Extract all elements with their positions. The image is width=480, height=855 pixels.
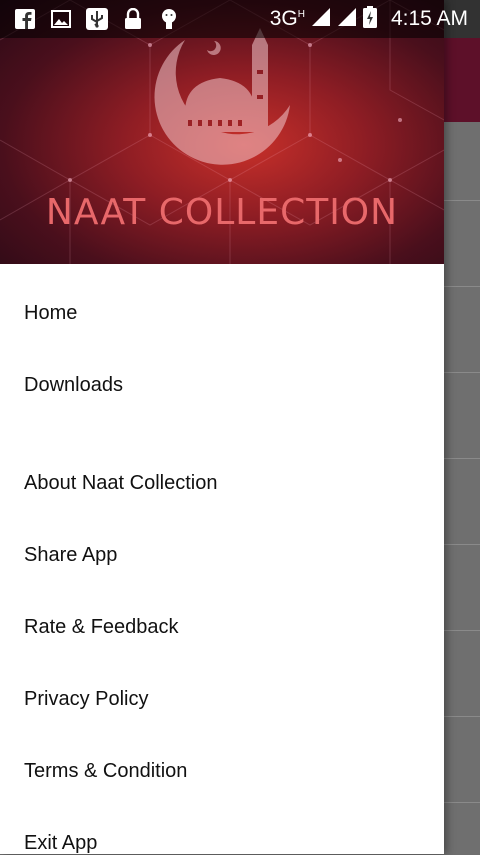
network-type: 3GH	[269, 7, 305, 30]
drawer-header: NAAT COLLECTION	[0, 0, 444, 264]
menu-item-about[interactable]: About Naat Collection	[24, 472, 217, 495]
navigation-drawer: NAAT COLLECTION Home Downloads About Naa…	[0, 0, 444, 854]
background-divider	[444, 630, 480, 631]
background-divider	[444, 716, 480, 717]
menu-item-rate-feedback[interactable]: Rate & Feedback	[24, 616, 179, 639]
background-divider	[444, 458, 480, 459]
signal-icon-2	[337, 7, 357, 32]
menu-item-downloads[interactable]: Downloads	[24, 374, 123, 397]
status-bar: 3GH 4:15 AM	[0, 0, 480, 38]
battery-charging-icon	[362, 5, 377, 33]
menu-item-share-app[interactable]: Share App	[24, 544, 117, 567]
lock-icon	[122, 8, 144, 30]
mosque-logo-icon	[154, 28, 290, 165]
status-bar-right: 3GH 4:15 AM	[269, 5, 480, 33]
menu-item-privacy-policy[interactable]: Privacy Policy	[24, 688, 148, 711]
image-icon	[50, 8, 72, 30]
background-divider	[444, 372, 480, 373]
android-debug-icon	[158, 8, 180, 30]
signal-icon	[311, 7, 331, 32]
menu-item-exit-app[interactable]: Exit App	[24, 832, 97, 855]
menu-item-home[interactable]: Home	[24, 302, 77, 325]
background-divider	[444, 544, 480, 545]
app-logo-title: NAAT COLLECTION	[45, 192, 399, 233]
facebook-icon	[14, 8, 36, 30]
clock: 4:15 AM	[390, 7, 468, 30]
background-divider	[444, 802, 480, 803]
menu-item-terms-condition[interactable]: Terms & Condition	[24, 760, 187, 783]
background-divider	[444, 286, 480, 287]
usb-icon	[86, 8, 108, 30]
background-divider	[444, 200, 480, 201]
